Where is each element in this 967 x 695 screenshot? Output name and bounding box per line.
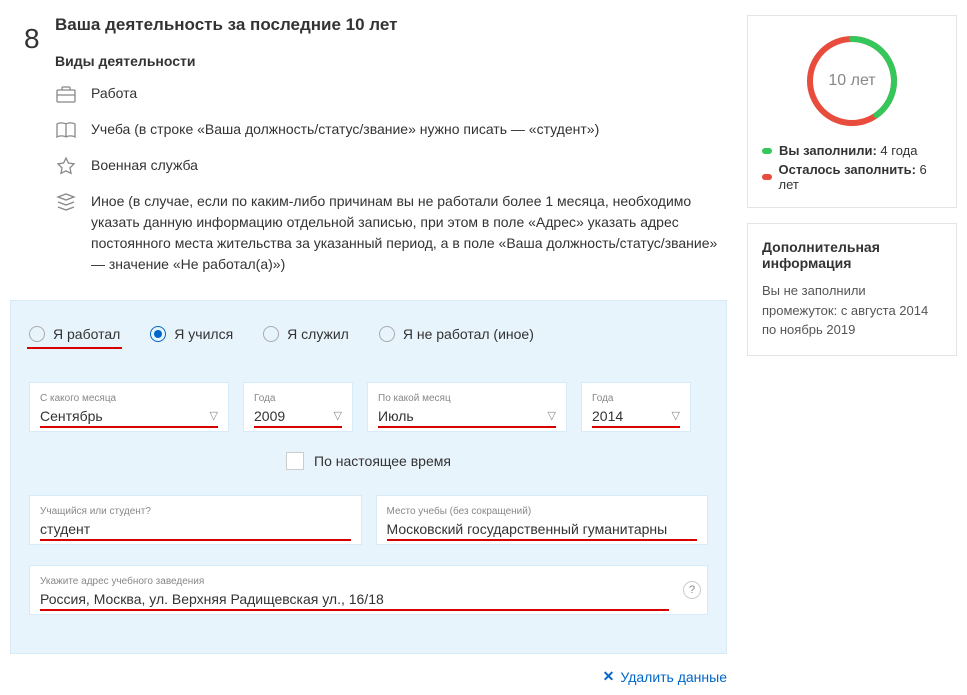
book-icon xyxy=(55,119,77,141)
help-icon[interactable]: ? xyxy=(683,581,701,599)
legend-label: Вы заполнили: xyxy=(779,143,877,158)
address-input[interactable]: Укажите адрес учебного заведения Россия,… xyxy=(29,565,708,615)
legend-dot-red-icon xyxy=(762,174,772,180)
field-value: Россия, Москва, ул. Верхняя Радищевская … xyxy=(40,591,384,607)
item-label: Работа xyxy=(91,83,137,104)
list-item: Иное (в случае, если по каким-либо причи… xyxy=(55,191,727,275)
field-label: Укажите адрес учебного заведения xyxy=(40,576,697,587)
field-value: Июль xyxy=(378,408,414,424)
field-label: По какой месяц xyxy=(378,393,556,404)
highlight-underline xyxy=(40,609,669,611)
field-value: 2014 xyxy=(592,408,623,424)
star-icon xyxy=(55,155,77,177)
chevron-down-icon: ▽ xyxy=(548,409,556,422)
status-input[interactable]: Учащийся или студент? студент xyxy=(29,495,362,545)
checkbox-label: По настоящее время xyxy=(314,453,451,469)
field-label: Место учебы (без сокращений) xyxy=(387,506,698,517)
radio-no-work[interactable]: Я не работал (иное) xyxy=(379,326,534,347)
radio-label: Я не работал (иное) xyxy=(403,326,534,342)
field-value: студент xyxy=(40,521,90,537)
highlight-underline xyxy=(40,539,351,541)
stack-icon xyxy=(55,191,77,213)
highlight-underline xyxy=(387,539,698,541)
present-checkbox[interactable] xyxy=(286,452,304,470)
delete-link[interactable]: ✕ Удалить данные xyxy=(10,668,727,685)
item-label: Военная служба xyxy=(91,155,198,176)
list-item: Учеба (в строке «Ваша должность/статус/з… xyxy=(55,119,727,141)
place-input[interactable]: Место учебы (без сокращений) Московский … xyxy=(376,495,709,545)
step-number: 8 xyxy=(24,23,40,55)
chevron-down-icon: ▽ xyxy=(334,409,342,422)
chevron-down-icon: ▽ xyxy=(672,409,680,422)
progress-donut: 10 лет xyxy=(802,31,902,131)
field-label: С какого месяца xyxy=(40,393,218,404)
field-label: Учащийся или студент? xyxy=(40,506,351,517)
field-value: Сентябрь xyxy=(40,408,103,424)
chevron-down-icon: ▽ xyxy=(210,409,218,422)
field-label: Года xyxy=(254,393,342,404)
highlight-underline xyxy=(27,347,122,349)
field-value: 2009 xyxy=(254,408,285,424)
list-item: Работа xyxy=(55,83,727,105)
legend-filled: Вы заполнили: 4 года xyxy=(762,143,942,158)
types-header: Виды деятельности xyxy=(55,53,727,69)
legend-dot-green-icon xyxy=(762,148,772,154)
activity-form-panel: Я работал Я учился Я служил Я не работал… xyxy=(10,300,727,654)
to-year-select[interactable]: Года 2014 ▽ xyxy=(581,382,691,432)
close-icon: ✕ xyxy=(603,668,615,685)
to-month-select[interactable]: По какой месяц Июль ▽ xyxy=(367,382,567,432)
radio-label: Я работал xyxy=(53,326,120,342)
highlight-underline xyxy=(254,426,342,428)
donut-label: 10 лет xyxy=(802,31,902,131)
field-label: Года xyxy=(592,393,680,404)
list-item: Военная служба xyxy=(55,155,727,177)
section-title: Ваша деятельность за последние 10 лет xyxy=(55,15,727,35)
info-card: Дополнительная информация Вы не заполнил… xyxy=(747,223,957,356)
legend-value: 4 года xyxy=(880,143,917,158)
highlight-underline xyxy=(40,426,218,428)
progress-card: 10 лет Вы заполнили: 4 года Осталось зап… xyxy=(747,15,957,208)
radio-studied[interactable]: Я учился xyxy=(150,326,233,347)
radio-served[interactable]: Я служил xyxy=(263,326,349,347)
radio-label: Я служил xyxy=(287,326,349,342)
info-text: Вы не заполнили промежуток: с августа 20… xyxy=(762,281,942,340)
from-month-select[interactable]: С какого месяца Сентябрь ▽ xyxy=(29,382,229,432)
legend-label: Осталось заполнить: xyxy=(779,162,916,177)
legend-remaining: Осталось заполнить: 6 лет xyxy=(762,162,942,192)
briefcase-icon xyxy=(55,83,77,105)
from-year-select[interactable]: Года 2009 ▽ xyxy=(243,382,353,432)
activity-types-list: Работа Учеба (в строке «Ваша должность/с… xyxy=(55,83,727,275)
info-title: Дополнительная информация xyxy=(762,239,942,271)
field-value: Московский государственный гуманитарны xyxy=(387,521,668,537)
highlight-underline xyxy=(378,426,556,428)
item-label: Иное (в случае, если по каким-либо причи… xyxy=(91,191,727,275)
radio-worked[interactable]: Я работал xyxy=(29,326,120,347)
delete-label: Удалить данные xyxy=(620,669,727,685)
highlight-underline xyxy=(592,426,680,428)
item-label: Учеба (в строке «Ваша должность/статус/з… xyxy=(91,119,599,140)
radio-label: Я учился xyxy=(174,326,233,342)
